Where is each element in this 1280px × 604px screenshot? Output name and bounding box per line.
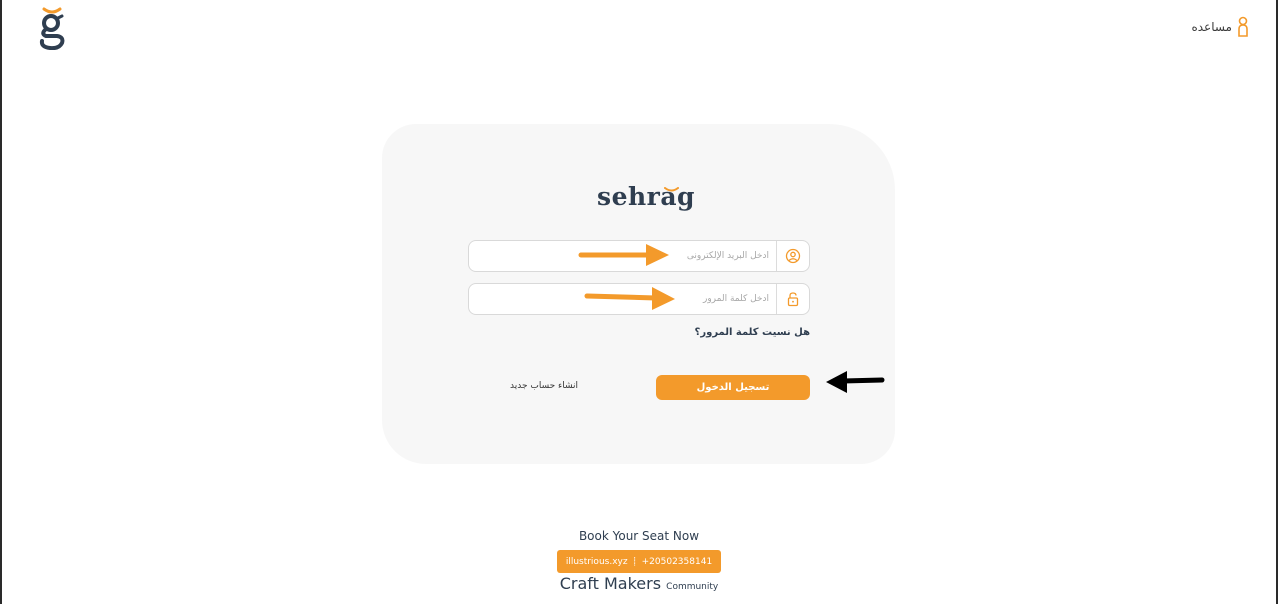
contact-badge: illustrious.xyz ⸽ +20502358141 [557,550,721,573]
person-icon [1238,16,1248,37]
email-icon-box [776,241,809,271]
craft-makers-sub: Community [666,582,719,592]
window-border-left [0,0,2,604]
phone-text: +20502358141 [641,556,713,567]
annotation-arrow-password [584,287,675,310]
brand-accent-mark [664,187,679,192]
lock-icon [787,292,799,307]
craft-makers-main: Craft Makers [559,574,662,593]
login-button[interactable]: تسجيل الدخول [656,375,810,400]
brand-logo-text: sehrag [597,182,696,211]
forgot-password-link[interactable]: هل نسيت كلمة المرور؟ [695,327,810,338]
help-link[interactable]: مساعده [1191,16,1250,38]
password-icon-box [776,284,809,314]
craft-makers-brand: Craft Makers Community [0,574,1278,593]
window-border-right [1276,0,1278,604]
help-label: مساعده [1191,20,1232,34]
annotation-arrow-login [826,371,885,393]
website-text: illustrious.xyz [565,556,628,567]
register-link[interactable]: انشاء حساب جديد [510,381,578,391]
sehrag-g-logo[interactable] [38,6,66,50]
annotation-arrow-email [578,244,669,266]
user-circle-icon [785,248,801,264]
separator-icon: ⸽ [633,557,636,566]
book-seat-label: Book Your Seat Now [578,529,700,543]
